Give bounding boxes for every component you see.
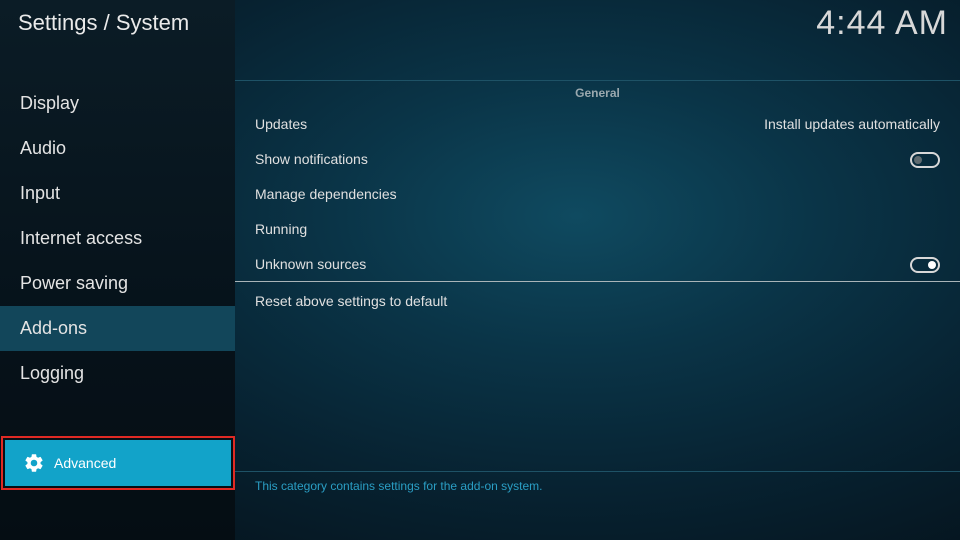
sidebar-item-input[interactable]: Input bbox=[0, 171, 235, 216]
sidebar-item-audio[interactable]: Audio bbox=[0, 126, 235, 171]
setting-manage-dependencies[interactable]: Manage dependencies bbox=[255, 177, 940, 212]
setting-value: Install updates automatically bbox=[764, 116, 940, 132]
toggle-switch-off[interactable] bbox=[910, 151, 940, 168]
reset-label: Reset above settings to default bbox=[255, 293, 448, 309]
toggle-switch-on[interactable] bbox=[910, 256, 940, 273]
setting-label: Unknown sources bbox=[255, 256, 367, 272]
separator bbox=[235, 281, 960, 282]
sidebar-item-add-ons[interactable]: Add-ons bbox=[0, 306, 235, 351]
setting-show-notifications[interactable]: Show notifications bbox=[255, 142, 940, 177]
bottom-divider bbox=[235, 471, 960, 472]
setting-label: Manage dependencies bbox=[255, 186, 397, 202]
toggle-knob bbox=[914, 155, 922, 164]
setting-running[interactable]: Running bbox=[255, 212, 940, 247]
setting-updates[interactable]: Updates Install updates automatically bbox=[255, 107, 940, 142]
sidebar: Settings / System Display Audio Input In… bbox=[0, 0, 235, 540]
page-title: Settings / System bbox=[18, 10, 190, 35]
settings-level-label: Advanced bbox=[54, 455, 117, 471]
category-description: This category contains settings for the … bbox=[255, 479, 543, 493]
setting-unknown-sources[interactable]: Unknown sources bbox=[255, 247, 940, 282]
setting-label: Show notifications bbox=[255, 151, 368, 167]
category-list: Display Audio Input Internet access Powe… bbox=[0, 81, 235, 396]
setting-label: Running bbox=[255, 221, 308, 237]
setting-label: Updates bbox=[255, 116, 308, 132]
advanced-highlight-box: Advanced bbox=[1, 436, 235, 490]
sidebar-item-power-saving[interactable]: Power saving bbox=[0, 261, 235, 306]
gear-icon bbox=[25, 454, 43, 472]
section-header-general: General bbox=[575, 86, 620, 100]
settings-level-button[interactable]: Advanced bbox=[5, 440, 231, 486]
reset-settings-button[interactable]: Reset above settings to default bbox=[255, 284, 940, 319]
settings-panel: 4:44 AM General Updates Install updates … bbox=[235, 0, 960, 540]
clock: 4:44 AM bbox=[816, 4, 948, 42]
sidebar-item-display[interactable]: Display bbox=[0, 81, 235, 126]
toggle-knob bbox=[928, 260, 936, 269]
top-divider bbox=[235, 80, 960, 81]
sidebar-item-internet-access[interactable]: Internet access bbox=[0, 216, 235, 261]
sidebar-item-logging[interactable]: Logging bbox=[0, 351, 235, 396]
